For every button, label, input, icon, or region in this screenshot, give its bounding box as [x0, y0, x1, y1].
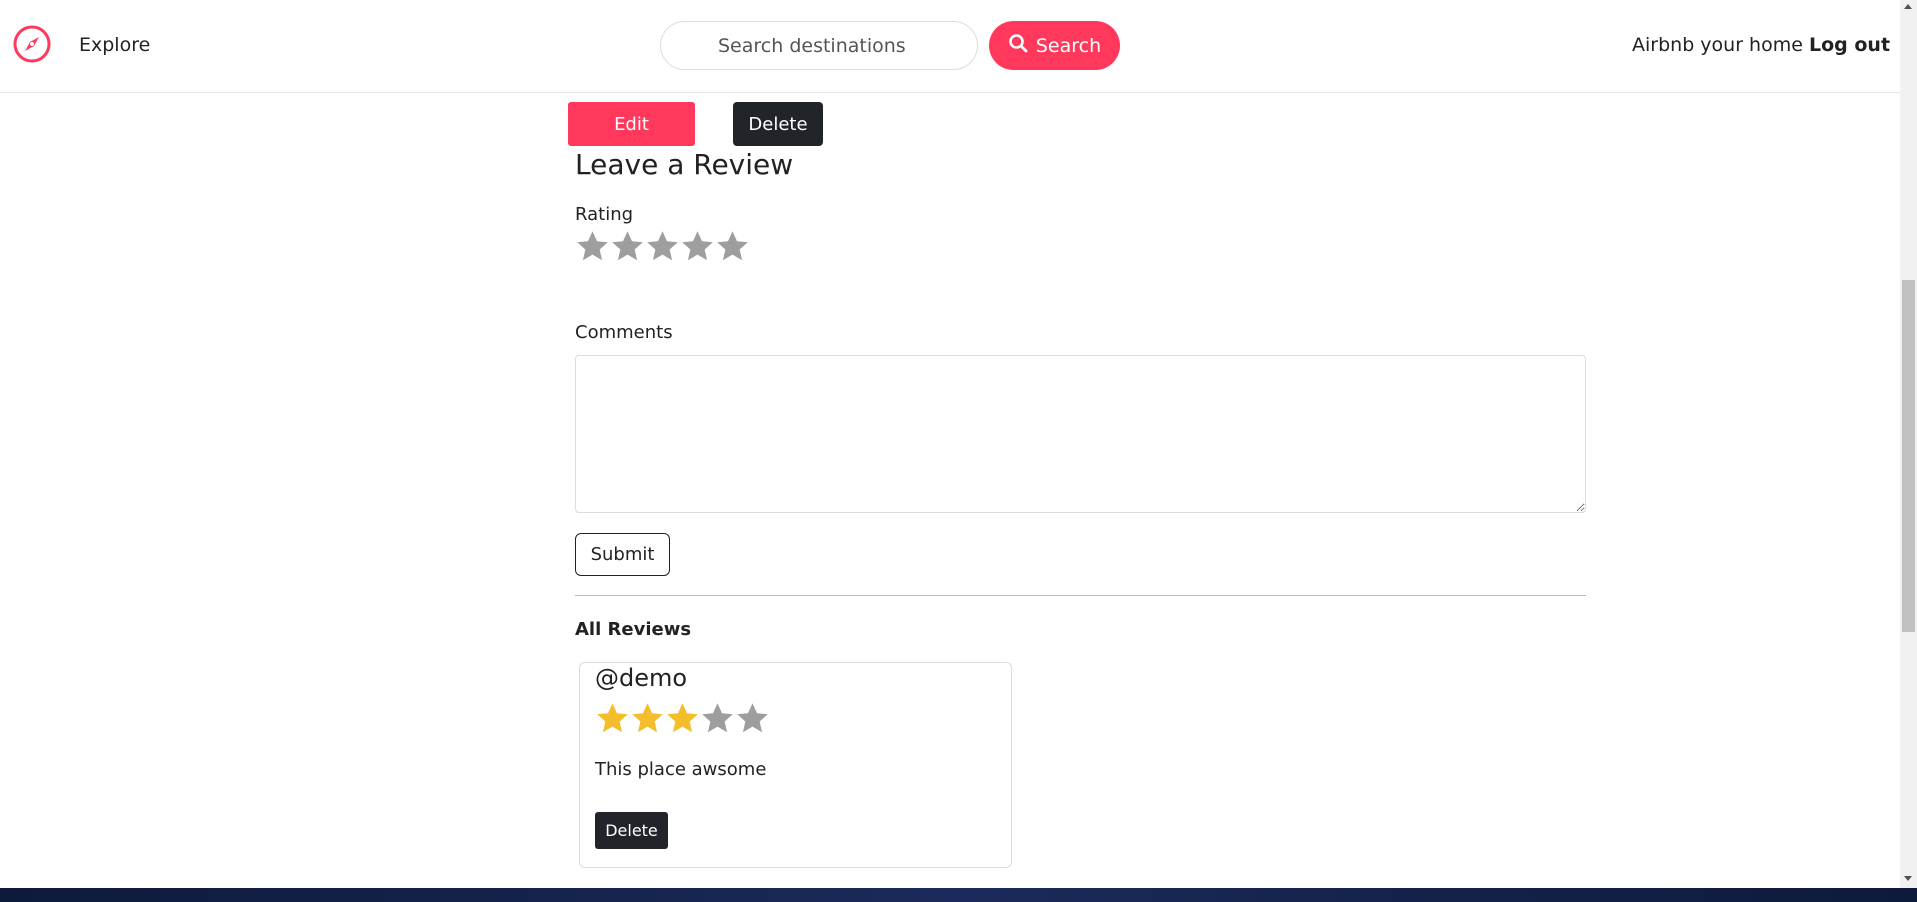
search-icon [1008, 33, 1028, 58]
review-rating-stars [595, 701, 770, 736]
search-button-label: Search [1035, 34, 1102, 57]
star-icon [665, 701, 700, 736]
submit-review-button[interactable]: Submit [575, 533, 670, 576]
scroll-down-arrow-icon[interactable] [1904, 876, 1912, 881]
star-icon [700, 701, 735, 736]
search-input[interactable] [660, 21, 978, 70]
review-form-heading: Leave a Review [575, 148, 794, 181]
navbar: Explore Search Airbnb your home Log out [0, 0, 1900, 93]
delete-listing-button[interactable]: Delete [733, 102, 823, 146]
review-card: @demo This place awsome Delete [579, 662, 1012, 868]
page-scrollbar[interactable] [1900, 0, 1917, 888]
star-icon[interactable] [575, 229, 610, 264]
review-text: This place awsome [595, 759, 767, 780]
review-username: @demo [595, 664, 688, 692]
scroll-thumb[interactable] [1902, 280, 1915, 632]
star-icon [630, 701, 665, 736]
star-icon[interactable] [610, 229, 645, 264]
compass-icon[interactable] [12, 24, 52, 64]
star-icon[interactable] [715, 229, 750, 264]
rating-stars-input[interactable] [575, 229, 750, 264]
star-icon [735, 701, 770, 736]
nav-host-link[interactable]: Airbnb your home [1632, 34, 1803, 56]
all-reviews-heading: All Reviews [575, 619, 692, 640]
search-button[interactable]: Search [989, 21, 1120, 70]
edit-listing-button[interactable]: Edit [568, 102, 695, 146]
logout-link[interactable]: Log out [1809, 34, 1890, 56]
delete-review-button[interactable]: Delete [595, 812, 668, 849]
star-icon[interactable] [645, 229, 680, 264]
page: Explore Search Airbnb your home Log out … [0, 0, 1917, 902]
comments-textarea[interactable] [575, 355, 1586, 513]
divider [575, 595, 1586, 596]
comments-label: Comments [575, 322, 673, 343]
star-icon [595, 701, 630, 736]
os-taskbar [0, 888, 1917, 902]
nav-explore-link[interactable]: Explore [79, 34, 150, 56]
scroll-up-arrow-icon[interactable] [1904, 4, 1912, 9]
star-icon[interactable] [680, 229, 715, 264]
rating-label: Rating [575, 204, 634, 225]
